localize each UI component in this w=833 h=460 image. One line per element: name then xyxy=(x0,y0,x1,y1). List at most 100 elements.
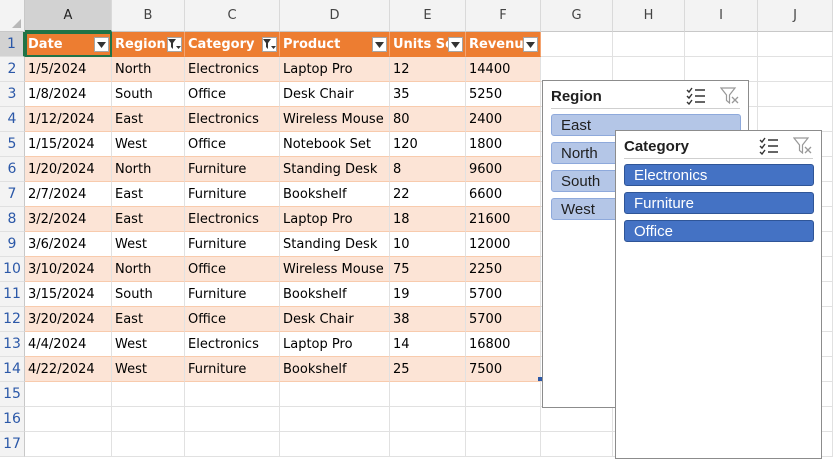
table-cell[interactable]: Electronics xyxy=(185,207,280,232)
table-cell[interactable]: South xyxy=(112,282,185,307)
row-header-11[interactable]: 11 xyxy=(0,282,25,307)
table-cell[interactable]: North xyxy=(112,157,185,182)
table-cell[interactable]: 1/5/2024 xyxy=(25,57,112,82)
row-header-10[interactable]: 10 xyxy=(0,257,25,282)
table-cell[interactable]: Office xyxy=(185,132,280,157)
table-cell[interactable]: 1/15/2024 xyxy=(25,132,112,157)
row-header-7[interactable]: 7 xyxy=(0,182,25,207)
row-header-17[interactable]: 17 xyxy=(0,432,25,457)
empty-cell[interactable] xyxy=(390,407,466,432)
empty-cell[interactable] xyxy=(758,57,833,82)
table-cell[interactable]: Wireless Mouse xyxy=(280,257,390,282)
table-cell[interactable]: Office xyxy=(185,82,280,107)
table-cell[interactable]: East xyxy=(112,207,185,232)
column-header-h[interactable]: H xyxy=(613,0,685,32)
empty-cell[interactable] xyxy=(541,57,613,82)
row-header-1[interactable]: 1 xyxy=(0,32,25,57)
table-cell[interactable]: Electronics xyxy=(185,57,280,82)
empty-cell[interactable] xyxy=(112,407,185,432)
empty-cell[interactable] xyxy=(185,407,280,432)
table-cell[interactable]: Furniture xyxy=(185,357,280,382)
table-cell[interactable]: 4/4/2024 xyxy=(25,332,112,357)
table-cell[interactable]: 3/15/2024 xyxy=(25,282,112,307)
empty-cell[interactable] xyxy=(25,432,112,457)
table-cell[interactable]: 2/7/2024 xyxy=(25,182,112,207)
category-slicer-item-electronics[interactable]: Electronics xyxy=(624,164,814,186)
table-cell[interactable]: Office xyxy=(185,307,280,332)
empty-cell[interactable] xyxy=(685,32,758,57)
table-cell[interactable]: Bookshelf xyxy=(280,182,390,207)
category-slicer-item-furniture[interactable]: Furniture xyxy=(624,192,814,214)
table-cell[interactable]: Bookshelf xyxy=(280,282,390,307)
column-header-a[interactable]: A xyxy=(25,0,112,32)
table-cell[interactable]: 80 xyxy=(390,107,466,132)
table-cell[interactable]: 9600 xyxy=(466,157,541,182)
row-header-16[interactable]: 16 xyxy=(0,407,25,432)
table-cell[interactable]: Electronics xyxy=(185,332,280,357)
empty-cell[interactable] xyxy=(390,382,466,407)
empty-cell[interactable] xyxy=(25,407,112,432)
header-cell-date[interactable]: Date xyxy=(25,32,112,57)
row-header-14[interactable]: 14 xyxy=(0,357,25,382)
table-cell[interactable]: 12000 xyxy=(466,232,541,257)
empty-cell[interactable] xyxy=(280,432,390,457)
table-cell[interactable]: Office xyxy=(185,257,280,282)
row-header-8[interactable]: 8 xyxy=(0,207,25,232)
column-header-e[interactable]: E xyxy=(390,0,466,32)
table-cell[interactable]: 12 xyxy=(390,57,466,82)
row-header-12[interactable]: 12 xyxy=(0,307,25,332)
row-header-9[interactable]: 9 xyxy=(0,232,25,257)
table-cell[interactable]: West xyxy=(112,232,185,257)
table-cell[interactable]: Desk Chair xyxy=(280,82,390,107)
table-cell[interactable]: 5700 xyxy=(466,282,541,307)
table-cell[interactable]: West xyxy=(112,332,185,357)
table-cell[interactable]: 4/22/2024 xyxy=(25,357,112,382)
empty-cell[interactable] xyxy=(390,432,466,457)
clear-filter-icon[interactable] xyxy=(719,87,740,105)
table-cell[interactable]: West xyxy=(112,132,185,157)
table-cell[interactable]: Laptop Pro xyxy=(280,57,390,82)
row-header-5[interactable]: 5 xyxy=(0,132,25,157)
dropdown-arrow-icon[interactable] xyxy=(94,37,109,52)
empty-cell[interactable] xyxy=(758,107,833,132)
table-cell[interactable]: Furniture xyxy=(185,157,280,182)
empty-cell[interactable] xyxy=(541,407,613,432)
table-cell[interactable]: Standing Desk xyxy=(280,157,390,182)
filter-applied-icon[interactable] xyxy=(167,37,182,52)
row-header-13[interactable]: 13 xyxy=(0,332,25,357)
table-cell[interactable]: 22 xyxy=(390,182,466,207)
multi-select-icon[interactable] xyxy=(686,87,706,106)
empty-cell[interactable] xyxy=(280,407,390,432)
header-cell-revenue[interactable]: Revenue xyxy=(466,32,541,57)
column-header-d[interactable]: D xyxy=(280,0,390,32)
table-cell[interactable]: 7500 xyxy=(466,357,541,382)
table-cell[interactable]: Desk Chair xyxy=(280,307,390,332)
table-cell[interactable]: Laptop Pro xyxy=(280,207,390,232)
multi-select-icon[interactable] xyxy=(759,137,779,156)
empty-cell[interactable] xyxy=(466,432,541,457)
empty-cell[interactable] xyxy=(758,32,833,57)
category-slicer-item-office[interactable]: Office xyxy=(624,220,814,242)
table-cell[interactable]: East xyxy=(112,107,185,132)
table-cell[interactable]: 25 xyxy=(390,357,466,382)
empty-cell[interactable] xyxy=(185,432,280,457)
table-cell[interactable]: 14400 xyxy=(466,57,541,82)
empty-cell[interactable] xyxy=(112,432,185,457)
table-cell[interactable]: North xyxy=(112,257,185,282)
table-cell[interactable]: 10 xyxy=(390,232,466,257)
empty-cell[interactable] xyxy=(466,407,541,432)
empty-cell[interactable] xyxy=(112,382,185,407)
table-cell[interactable]: 16800 xyxy=(466,332,541,357)
table-cell[interactable]: 3/10/2024 xyxy=(25,257,112,282)
empty-cell[interactable] xyxy=(685,57,758,82)
table-cell[interactable]: East xyxy=(112,182,185,207)
clear-filter-icon[interactable] xyxy=(792,137,813,155)
column-header-f[interactable]: F xyxy=(466,0,541,32)
table-cell[interactable]: North xyxy=(112,57,185,82)
table-cell[interactable]: Standing Desk xyxy=(280,232,390,257)
empty-cell[interactable] xyxy=(541,432,613,457)
dropdown-arrow-icon[interactable] xyxy=(448,37,463,52)
column-header-j[interactable]: J xyxy=(758,0,833,32)
row-header-3[interactable]: 3 xyxy=(0,82,25,107)
table-cell[interactable]: Electronics xyxy=(185,107,280,132)
